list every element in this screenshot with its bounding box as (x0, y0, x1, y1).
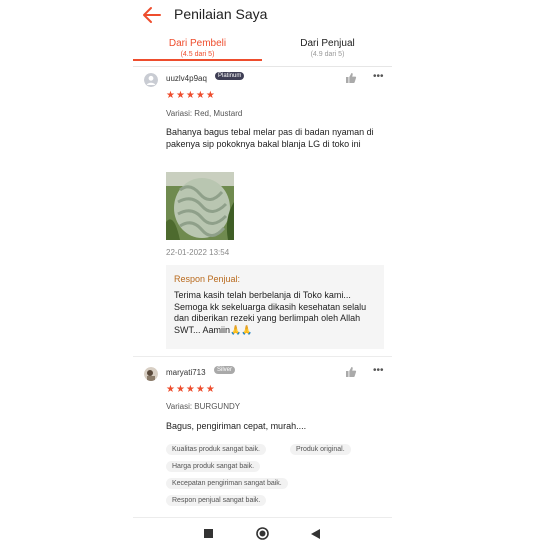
tab-label: Dari Pembeli (168, 38, 227, 49)
review-tag[interactable]: Respon penjual sangat baik. (166, 495, 267, 506)
seller-response: Respon Penjual: Terima kasih telah berbe… (166, 265, 384, 349)
app-header: Penilaian Saya (133, 0, 392, 32)
variant-label: Variasi: BURGUNDY (166, 402, 241, 411)
review-photo[interactable] (166, 172, 234, 240)
avatar[interactable] (144, 367, 158, 381)
review-divider (133, 517, 392, 518)
more-dots-icon[interactable]: ••• (373, 365, 384, 376)
review-tabs: Dari Pembeli (4.5 dari 5) Dari Penjual (… (133, 38, 392, 67)
reviewer-username[interactable]: uuzlv4p9aq (166, 74, 207, 83)
avatar[interactable] (144, 73, 158, 87)
circle-home-icon[interactable] (256, 527, 269, 540)
review-divider (133, 356, 392, 357)
review-date: 22-01-2022 13:54 (166, 248, 230, 257)
square-icon[interactable] (204, 529, 213, 538)
tab-from-buyer[interactable]: Dari Pembeli (4.5 dari 5) (133, 38, 262, 61)
review-tag[interactable]: Kualitas produk sangat baik. (166, 444, 266, 455)
seller-response-title: Respon Penjual: (174, 274, 241, 284)
reviewer-username[interactable]: maryati713 (166, 368, 206, 377)
member-badge: Silver (214, 366, 236, 374)
tab-label: Dari Penjual (300, 38, 355, 49)
thumbs-up-icon[interactable] (345, 366, 357, 378)
variant-label: Variasi: Red, Mustard (166, 109, 243, 118)
seller-response-text: Terima kasih telah berbelanja di Toko ka… (174, 290, 367, 335)
thumbs-up-icon[interactable] (345, 72, 357, 84)
review-tag[interactable]: Kecepatan pengiriman sangat baik. (166, 478, 288, 489)
system-navbar (133, 520, 392, 548)
member-badge: Platinum (215, 72, 245, 80)
triangle-back-icon[interactable] (311, 529, 320, 539)
review-tag[interactable]: Harga produk sangat baik. (166, 461, 261, 472)
active-tab-indicator (133, 59, 262, 61)
star-rating: ★★★★★ (166, 384, 216, 395)
star-rating: ★★★★★ (166, 90, 216, 101)
app-screen: Penilaian Saya Dari Pembeli (4.5 dari 5)… (133, 0, 392, 548)
review-text: Bahanya bagus tebal melar pas di badan n… (166, 127, 374, 149)
page-title: Penilaian Saya (174, 6, 268, 22)
review-tag[interactable]: Produk original. (290, 444, 351, 455)
tab-rating: (4.9 dari 5) (310, 51, 345, 58)
review-text: Bagus, pengiriman cepat, murah.... (166, 421, 307, 431)
tab-from-seller[interactable]: Dari Penjual (4.9 dari 5) (263, 38, 392, 60)
more-dots-icon[interactable]: ••• (373, 71, 384, 82)
arrow-left-icon[interactable] (142, 5, 162, 25)
